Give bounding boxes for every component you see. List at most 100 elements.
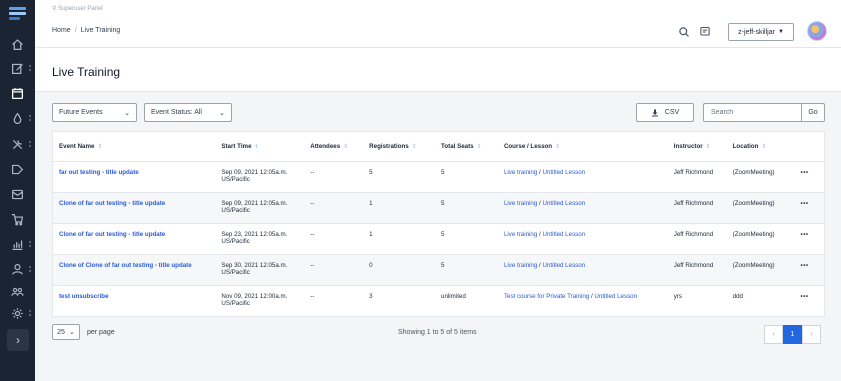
status-filter-dropdown[interactable]: Event Status: All ⌄: [144, 103, 232, 122]
avatar[interactable]: [807, 21, 827, 41]
seats-cell: 5: [435, 161, 498, 193]
course-link[interactable]: Live training: [504, 231, 537, 238]
col-location[interactable]: Location ⇕: [726, 131, 795, 162]
col-total-seats[interactable]: Total Seats ⇕: [435, 131, 498, 162]
events-table: Event Name ⇕ Start Time ↑ Attendees ⇕ Regis…: [52, 131, 825, 317]
events-panel: Future Events ⌄ Event Status: All ⌄ CSV …: [52, 103, 825, 347]
lesson-link[interactable]: Untitled Lesson: [542, 200, 585, 207]
app-logo[interactable]: [9, 7, 26, 23]
per-page-select[interactable]: 25 ⌄: [52, 324, 80, 340]
next-page-button[interactable]: ›: [802, 325, 821, 344]
table-row: Clone of far out testing - title update …: [52, 223, 825, 255]
tag-icon[interactable]: [0, 158, 35, 180]
instructor-cell: Jeff Richmond: [667, 223, 727, 255]
sort-icon: ⇕: [476, 143, 482, 150]
lesson-link[interactable]: Untitled Lesson: [542, 262, 585, 269]
attendees-cell: --: [304, 254, 364, 286]
instructor-cell: Jeff Richmond: [667, 192, 727, 224]
per-page-control: 25 ⌄ per page: [52, 324, 115, 340]
cart-icon[interactable]: [0, 208, 35, 230]
registrations-cell: 5: [363, 161, 436, 193]
location-cell: ddd: [726, 285, 795, 317]
top-bar: ⚲ Superuser Panel Home / Live Training z-j…: [35, 0, 841, 48]
search-icon[interactable]: [678, 25, 690, 37]
event-link[interactable]: Clone of far out testing - title update: [59, 231, 165, 238]
registrations-cell: 3: [363, 285, 436, 317]
col-event-name[interactable]: Event Name ⇕: [52, 131, 216, 162]
calendar-icon[interactable]: [0, 82, 35, 104]
breadcrumb-current: Live Training: [80, 27, 121, 34]
chart-icon[interactable]: [0, 233, 35, 255]
lesson-link[interactable]: Untitled Lesson: [542, 231, 585, 238]
more-actions-icon[interactable]: •••: [801, 231, 809, 238]
more-actions-icon[interactable]: •••: [801, 293, 809, 300]
course-lesson-cell: Test course for Private Training / Untit…: [497, 285, 668, 317]
col-instructor[interactable]: Instructor ⇕: [667, 131, 727, 162]
sidebar: ›: [0, 0, 35, 381]
course-link[interactable]: Live training: [504, 262, 537, 269]
more-actions-icon[interactable]: •••: [801, 169, 809, 176]
start-time-cell: Sep 09, 2021 12:05a.m. US/Pacific: [215, 161, 305, 193]
user-icon[interactable]: [0, 258, 35, 280]
seats-cell: 5: [435, 223, 498, 255]
pagination: ‹ 1 ›: [764, 325, 821, 344]
attendees-cell: --: [304, 285, 364, 317]
chevron-down-icon: ⌄: [68, 329, 75, 336]
location-cell: (ZoomMeeting): [726, 223, 795, 255]
registrations-cell: 0: [363, 254, 436, 286]
chat-icon[interactable]: [699, 25, 711, 37]
tools-icon[interactable]: [0, 133, 35, 155]
seats-cell: 5: [435, 254, 498, 286]
table-header-row: Event Name ⇕ Start Time ↑ Attendees ⇕ Regis…: [52, 131, 825, 162]
csv-label: CSV: [664, 109, 680, 116]
home-icon[interactable]: [0, 33, 35, 55]
sidebar-expand-button[interactable]: ›: [7, 329, 29, 351]
course-link[interactable]: Test course for Private Training: [504, 293, 589, 300]
col-course-lesson[interactable]: Course / Lesson ⇕: [497, 131, 668, 162]
status-filter-value: Event Status: All: [151, 109, 202, 116]
col-actions: [794, 131, 825, 162]
course-link[interactable]: Live training: [504, 200, 537, 207]
page-1-button[interactable]: 1: [783, 325, 802, 344]
prev-page-button[interactable]: ‹: [764, 325, 783, 344]
edit-icon[interactable]: [0, 57, 35, 79]
event-link[interactable]: Clone of far out testing - title update: [59, 200, 165, 207]
settings-icon[interactable]: [0, 302, 35, 324]
table-row: Clone of Clone of far out testing - titl…: [52, 254, 825, 286]
course-lesson-cell: Live training / Untitled Lesson: [497, 254, 668, 286]
course-link[interactable]: Live training: [504, 169, 537, 176]
col-start-time[interactable]: Start Time ↑: [215, 131, 305, 162]
sort-icon: ⇕: [705, 143, 711, 150]
lesson-link[interactable]: Untitled Lesson: [594, 293, 637, 300]
search-input[interactable]: [703, 103, 801, 122]
group-icon[interactable]: [0, 281, 35, 303]
start-time-cell: Sep 23, 2021 12:05a.m. US/Pacific: [215, 223, 305, 255]
csv-export-button[interactable]: CSV: [636, 103, 694, 122]
start-time-cell: Sep 30, 2021 12:05a.m. US/Pacific: [215, 254, 305, 286]
sort-icon: ⇕: [97, 143, 103, 150]
download-icon: [651, 109, 658, 116]
lesson-link[interactable]: Untitled Lesson: [542, 169, 585, 176]
col-registrations[interactable]: Registrations ⇕: [363, 131, 436, 162]
sort-icon: ⇕: [761, 143, 767, 150]
go-button[interactable]: Go: [801, 103, 825, 122]
user-menu-dropdown[interactable]: z-jeff-skilljar ▼: [728, 23, 794, 41]
breadcrumb-home[interactable]: Home: [52, 27, 71, 34]
seats-cell: unlimited: [435, 285, 498, 317]
event-link[interactable]: far out testing - title update: [59, 169, 139, 176]
more-actions-icon[interactable]: •••: [801, 200, 809, 207]
drop-icon[interactable]: [0, 107, 35, 129]
event-link[interactable]: test unsubscribe: [59, 293, 109, 300]
sort-icon: ⇕: [555, 143, 561, 150]
event-link[interactable]: Clone of Clone of far out testing - titl…: [59, 262, 192, 269]
location-cell: (ZoomMeeting): [726, 192, 795, 224]
chevron-down-icon: ⌄: [219, 109, 225, 117]
col-attendees[interactable]: Attendees ⇕: [304, 131, 364, 162]
events-filter-dropdown[interactable]: Future Events ⌄: [52, 103, 137, 122]
attendees-cell: --: [304, 192, 364, 224]
breadcrumb: Home / Live Training: [52, 27, 121, 34]
mail-icon[interactable]: [0, 183, 35, 205]
pagination-summary: Showing 1 to 5 of 5 items: [398, 329, 477, 336]
sort-ascending-icon: ↑: [254, 143, 258, 150]
more-actions-icon[interactable]: •••: [801, 262, 809, 269]
